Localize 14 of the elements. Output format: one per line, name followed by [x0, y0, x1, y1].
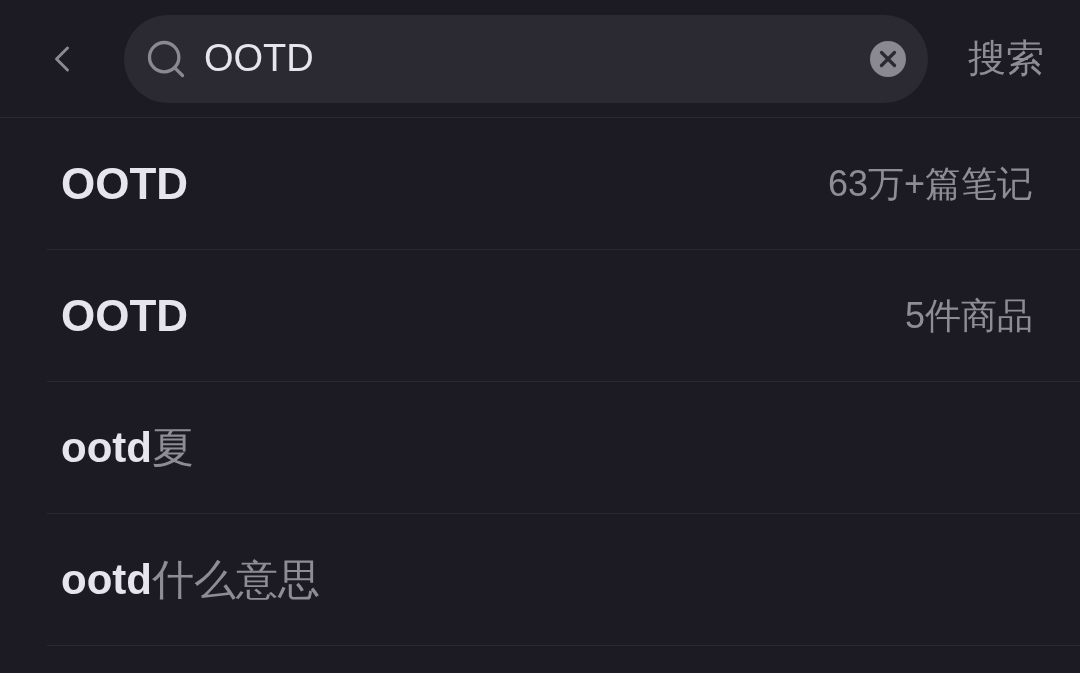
suggestion-text: ootd夏	[61, 423, 194, 473]
search-button[interactable]: 搜索	[968, 30, 1044, 87]
result-count: 63万+篇笔记	[827, 161, 1033, 206]
result-count: 5件商品	[904, 293, 1033, 338]
suggestion-item[interactable]: ootd什么意思	[47, 514, 1080, 646]
suggestion-text: OOTD	[61, 289, 189, 342]
clear-icon[interactable]	[870, 40, 906, 77]
suggestion-text: ootd什么意思	[61, 555, 320, 605]
search-input[interactable]: OOTD	[204, 30, 854, 87]
suggestion-item[interactable]: OOTD 63万+篇笔记	[47, 118, 1080, 250]
search-field[interactable]: OOTD	[124, 14, 928, 103]
suggestion-item[interactable]: OOTD 5件商品	[47, 250, 1080, 382]
suggestion-text: OOTD	[61, 157, 189, 210]
suggestion-item[interactable]: ootd夏	[47, 382, 1080, 514]
